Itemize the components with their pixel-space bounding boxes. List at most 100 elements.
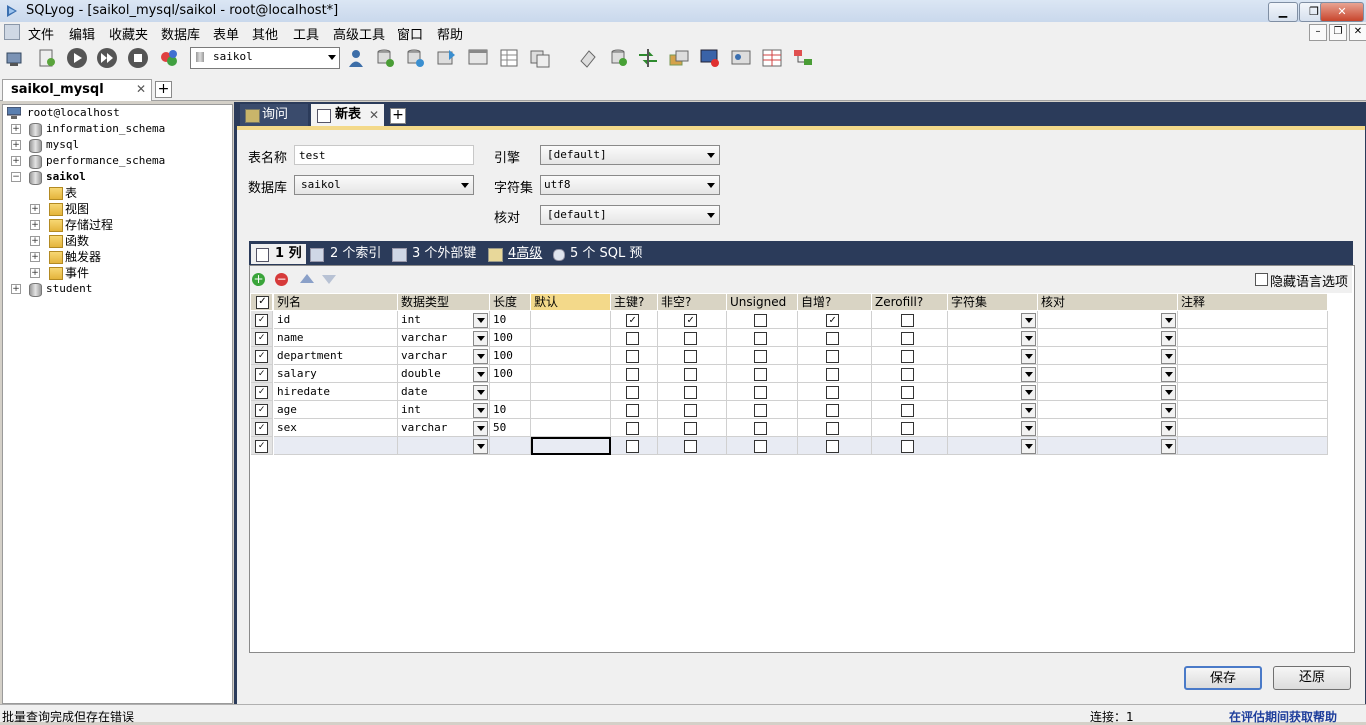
zerofill-cell[interactable] [872,419,948,437]
move-down-icon[interactable] [322,275,336,284]
length-cell[interactable]: 50 [490,419,531,437]
charset-cell[interactable] [948,311,1038,329]
row-select[interactable]: ✓ [251,329,273,347]
schema-sync-icon[interactable] [792,47,814,69]
tree-folder-views[interactable]: + 视图 [3,201,231,217]
primary-key-cell[interactable] [611,383,658,401]
ai-checkbox[interactable] [826,350,839,363]
collation-dropdown[interactable] [1161,313,1176,328]
add-query-tab-button[interactable]: + [390,108,406,124]
tree-db-mysql[interactable]: + mysql [3,137,231,153]
collation-cell[interactable] [1038,437,1178,455]
unsigned-cell[interactable] [727,365,798,383]
collapse-icon[interactable]: − [11,172,21,182]
charset-select[interactable]: utf8 [540,175,720,195]
hide-language-checkbox[interactable] [1255,273,1268,286]
scheduler-icon[interactable] [668,47,690,69]
charset-dropdown[interactable] [1021,403,1036,418]
schema-designer-icon[interactable] [498,47,520,69]
expand-icon[interactable]: + [30,268,40,278]
pk-checkbox[interactable]: ✓ [626,314,639,327]
pk-checkbox[interactable] [626,404,639,417]
default-cell[interactable] [531,437,611,455]
not-null-cell[interactable] [658,347,727,365]
charset-cell[interactable] [948,347,1038,365]
unsigned-checkbox[interactable] [754,350,767,363]
auto-increment-cell[interactable] [798,347,872,365]
menu-window[interactable]: 窗口 [397,24,423,43]
unsigned-checkbox[interactable] [754,422,767,435]
new-query-icon[interactable] [36,47,58,69]
remove-column-icon[interactable]: − [275,273,288,286]
ai-checkbox[interactable] [826,404,839,417]
charset-cell[interactable] [948,401,1038,419]
row-checkbox[interactable]: ✓ [255,368,268,381]
expand-icon[interactable]: + [11,284,21,294]
comment-cell[interactable] [1178,311,1328,329]
profiler-icon[interactable] [730,47,752,69]
charset-dropdown[interactable] [1021,313,1036,328]
charset-dropdown[interactable] [1021,439,1036,454]
collation-select[interactable]: [default] [540,205,720,225]
notifications-icon[interactable] [699,47,721,69]
auto-increment-cell[interactable] [798,365,872,383]
subtab-foreign-keys[interactable]: 3 个外部键 [392,244,480,264]
create-database-icon[interactable] [374,47,396,69]
charset-cell[interactable] [948,437,1038,455]
mdi-minimize-button[interactable]: – [1309,24,1327,41]
expand-icon[interactable]: + [11,156,21,166]
row-select[interactable]: ✓ [251,401,273,419]
zerofill-checkbox[interactable] [901,368,914,381]
unsigned-checkbox[interactable] [754,404,767,417]
primary-key-cell[interactable] [611,437,658,455]
unsigned-checkbox[interactable] [754,368,767,381]
default-cell[interactable] [531,419,611,437]
row-checkbox[interactable]: ✓ [255,440,268,453]
row-select[interactable]: ✓ [251,347,273,365]
row-checkbox[interactable]: ✓ [255,350,268,363]
collation-cell[interactable] [1038,419,1178,437]
pk-checkbox[interactable] [626,440,639,453]
not-null-cell[interactable] [658,383,727,401]
length-cell[interactable]: 10 [490,401,531,419]
data-type-cell[interactable]: varchar [398,419,490,437]
add-column-icon[interactable]: + [252,273,265,286]
auto-increment-cell[interactable] [798,401,872,419]
ai-checkbox[interactable] [826,368,839,381]
data-type-cell[interactable]: double [398,365,490,383]
tab-new-table[interactable]: 新表 ✕ [311,104,384,126]
database-selector[interactable]: saikol [190,47,340,69]
move-up-icon[interactable] [300,274,314,283]
default-cell[interactable] [531,365,611,383]
visual-data-compare-icon[interactable] [761,47,783,69]
column-name-cell[interactable]: sex [274,419,398,437]
row-checkbox[interactable]: ✓ [255,386,268,399]
menu-edit[interactable]: 编辑 [69,24,95,43]
collation-cell[interactable] [1038,329,1178,347]
data-type-dropdown[interactable] [473,439,488,454]
data-type-dropdown[interactable] [473,313,488,328]
zerofill-cell[interactable] [872,311,948,329]
data-type-dropdown[interactable] [473,349,488,364]
collation-dropdown[interactable] [1161,331,1176,346]
collation-cell[interactable] [1038,365,1178,383]
menu-other[interactable]: 其他 [252,24,278,43]
backup-database-icon[interactable] [404,47,426,69]
collation-dropdown[interactable] [1161,421,1176,436]
notnull-checkbox[interactable] [684,386,697,399]
charset-dropdown[interactable] [1021,385,1036,400]
expand-icon[interactable]: + [30,220,40,230]
menu-help[interactable]: 帮助 [437,24,463,43]
query-builder-icon[interactable] [529,47,551,69]
not-null-cell[interactable] [658,419,727,437]
close-button[interactable]: ✕ [1320,2,1364,22]
data-type-cell[interactable] [398,437,490,455]
not-null-cell[interactable]: ✓ [658,311,727,329]
unsigned-cell[interactable] [727,383,798,401]
comment-cell[interactable] [1178,401,1328,419]
expand-icon[interactable]: + [11,140,21,150]
data-type-cell[interactable]: date [398,383,490,401]
auto-increment-cell[interactable] [798,419,872,437]
charset-dropdown[interactable] [1021,421,1036,436]
tree-db-information-schema[interactable]: + information_schema [3,121,231,137]
